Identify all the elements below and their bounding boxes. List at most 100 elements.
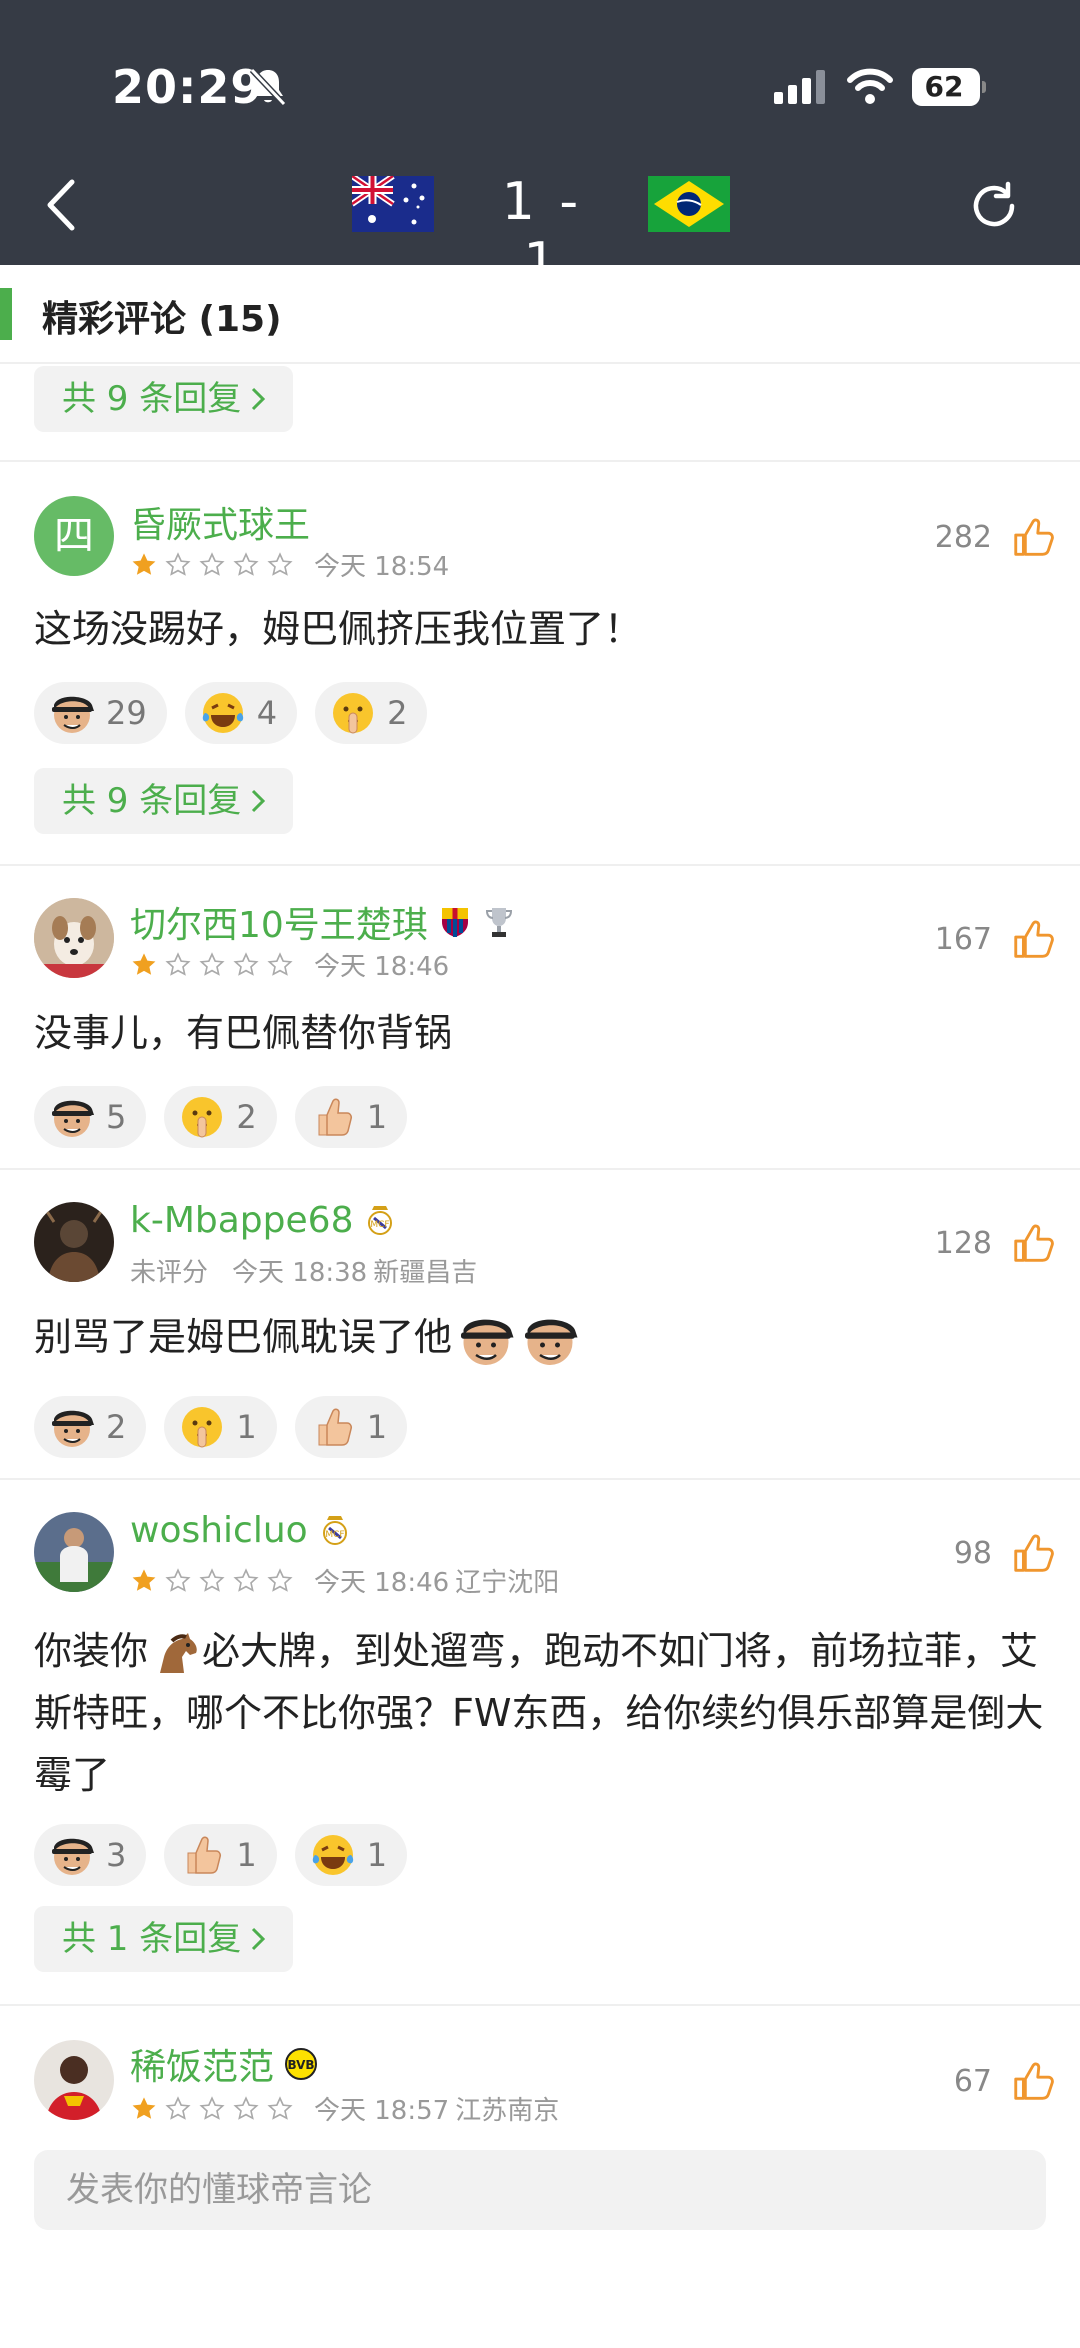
rating-stars [130,951,294,979]
smirk-face-icon [48,689,96,737]
like-button[interactable]: 98 [954,1530,1056,1576]
smirk-face-icon [520,1310,580,1370]
shush-face-icon [178,1403,226,1451]
reaction-chip[interactable]: 4 [184,682,298,744]
reaction-count: 3 [106,1836,127,1874]
like-count: 128 [934,1225,992,1261]
star-empty-icon [164,551,192,579]
star-empty-icon [164,2095,192,2123]
thumbs-up-icon [1010,916,1056,962]
comment-username[interactable]: woshicluo MCF [130,1510,352,1551]
like-count: 67 [953,2063,992,2099]
reaction-bar: 5 2 1 [34,1086,408,1148]
battery-level: 62 [924,70,964,103]
comment-username[interactable]: 切尔西10号王楚琪 [130,896,516,948]
comment-input[interactable]: 发表你的懂球帝言论 [34,2150,1046,2230]
reaction-chip[interactable]: 1 [164,1824,277,1886]
star-empty-icon [266,1567,294,1595]
like-button[interactable]: 167 [935,916,1056,962]
comment-time: 今天 18:38 [232,1258,368,1288]
comment-meta: 今天 18:54 [130,546,449,583]
star-empty-icon [266,951,294,979]
comment-username[interactable]: 稀饭范范 BVB [130,2038,318,2090]
avatar[interactable] [34,1512,114,1592]
comment-time: 今天 18:46 [314,1568,450,1598]
smirk-face-icon [48,1831,96,1879]
smirk-face-icon [456,1310,516,1370]
comment-text: 别骂了是姆巴佩耽误了他 [34,1306,1054,1370]
thumbs-up-hand-icon [309,1093,357,1141]
reaction-chip[interactable]: 2 [164,1086,277,1148]
reaction-count: 5 [106,1098,127,1136]
like-button[interactable]: 67 [954,2058,1056,2104]
comment-time: 今天 18:54 [314,552,450,582]
username-text: k-Mbappe68 [130,1200,354,1241]
reaction-chip[interactable]: 1 [294,1396,408,1458]
divider [0,1478,1080,1480]
comment-meta: 今天 18:46 辽宁沈阳 [130,1562,559,1599]
reaction-chip[interactable]: 3 [34,1824,147,1886]
thumbs-up-icon [1010,1530,1056,1576]
comment-meta: 未评分 今天 18:38 新疆昌吉 [130,1252,477,1289]
star-empty-icon [164,1567,192,1595]
star-empty-icon [266,2095,294,2123]
star-filled-icon [130,951,158,979]
view-replies-button[interactable]: 共 9 条回复 [34,768,294,834]
dortmund-badge-icon: BVB [285,2048,318,2080]
avatar[interactable] [34,2040,114,2120]
reaction-chip[interactable]: 1 [294,1086,408,1148]
username-text: 稀饭范范 [130,2047,275,2088]
reaction-count: 29 [106,694,147,732]
thumbs-up-icon [1010,514,1056,560]
comment-text: 没事儿，有巴佩替你背锅 [34,1011,453,1055]
reaction-count: 2 [236,1098,257,1136]
star-empty-icon [198,551,226,579]
like-count: 98 [953,1535,992,1571]
cellular-signal-icon [774,70,825,104]
barcelona-badge-icon [441,908,468,937]
shush-face-icon [178,1093,226,1141]
reaction-chip[interactable]: 29 [34,682,167,744]
like-count: 167 [934,921,992,957]
comment-username[interactable]: k-Mbappe68 MCF [130,1200,397,1241]
player-avatar-image [34,1512,114,1592]
star-empty-icon [232,951,260,979]
star-filled-icon [130,551,158,579]
star-empty-icon [164,951,192,979]
section-accent-bar [0,288,12,340]
reaction-count: 2 [106,1408,127,1446]
comment-username[interactable]: 昏厥式球王 [130,496,310,548]
laugh-cry-icon [199,689,247,737]
divider [0,460,1080,462]
dark-knight-avatar-image [34,1202,114,1282]
avatar[interactable]: 四 [34,496,114,576]
view-replies-label: 共 1 条回复 [62,1919,242,1959]
player-avatar-image [34,2040,114,2120]
avatar[interactable] [34,1202,114,1282]
reaction-chip[interactable]: 1 [294,1824,408,1886]
avatar[interactable] [34,898,114,978]
reaction-chip[interactable]: 2 [34,1396,147,1458]
back-arrow-icon[interactable] [42,178,82,232]
star-empty-icon [232,551,260,579]
divider [0,362,1080,364]
reaction-chip[interactable]: 1 [164,1396,277,1458]
like-button[interactable]: 128 [935,1220,1056,1266]
username-text: woshicluo [130,1510,308,1551]
thumbs-up-icon [1010,1220,1056,1266]
shush-face-icon [329,689,377,737]
reaction-count: 1 [366,1408,388,1446]
bell-slash-icon [249,67,287,107]
like-button[interactable]: 282 [935,514,1056,560]
reaction-chip[interactable]: 5 [34,1086,147,1148]
reaction-chip[interactable]: 2 [315,682,428,744]
comment-text: 你装你 必大牌，到处遛弯，跑动不如门将，前场拉菲，艾斯特旺，哪个不比你强？FW东西… [34,1620,1054,1806]
username-text: 昏厥式球王 [130,505,311,546]
comment-time: 今天 18:46 [314,952,450,982]
view-replies-button[interactable]: 共 1 条回复 [34,1906,294,1972]
view-replies-button[interactable]: 共 9 条回复 [34,366,294,432]
comment-time: 今天 18:57 [314,2096,450,2126]
rating-stars [130,551,294,579]
star-empty-icon [232,2095,260,2123]
refresh-icon[interactable] [966,178,1022,234]
